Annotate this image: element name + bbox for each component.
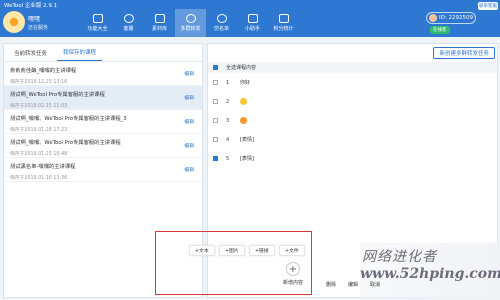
course-date: 保存于2019.01.23 10:48: [10, 152, 68, 157]
row-index: 2: [226, 98, 230, 105]
title-bar: WeTool 企业版 2.9.1 — ✕: [0, 0, 500, 9]
app-window: WeTool 企业版 2.9.1 — ✕ 嘿嘿 还在服务 功能大全 客服 素材库…: [0, 0, 500, 300]
edit-link[interactable]: 编辑: [184, 142, 194, 149]
contact-service-button[interactable]: 联系客服: [478, 2, 498, 10]
add-image-button[interactable]: +图片: [219, 245, 245, 256]
add-text-button[interactable]: +文本: [189, 245, 215, 256]
row-checkbox[interactable]: [213, 80, 218, 85]
online-badge: 在线客: [430, 26, 450, 34]
content-row[interactable]: 5 [表情]: [208, 149, 497, 168]
nav-label: 功能大全: [87, 26, 108, 32]
person-list-icon: [216, 14, 227, 23]
nav-label: 素材库: [151, 26, 167, 32]
row-index: 5: [226, 155, 230, 162]
course-name: 测试啊_嘿嘿、WeTool Pro专属客服的主讲课程_3: [10, 116, 127, 122]
watermark-url: www.52hping.com: [360, 266, 500, 282]
edit-link[interactable]: 编辑: [184, 94, 194, 101]
edit-link[interactable]: 编辑: [184, 70, 194, 77]
delete-button[interactable]: 删除: [326, 281, 336, 288]
course-date: 保存于2019.01.16 13:36: [10, 176, 68, 181]
content-row[interactable]: 1 你好: [208, 73, 497, 92]
course-item[interactable]: 测试啊_嘿嘿、WeTool Pro专属客服的主讲课程_3 保存于2019.01.…: [4, 110, 202, 134]
course-date: 保存于2019.12.23 13:16: [10, 80, 68, 85]
app-title: WeTool 企业版 2.9.1: [4, 2, 58, 9]
sun-logo-icon: [9, 17, 19, 27]
nav-label: 多群转发: [180, 26, 201, 32]
new-forward-task-button[interactable]: 新创建多群转发任务: [433, 47, 495, 59]
panel-tabs: 当前转发任务 我保存的课程: [4, 44, 202, 62]
course-name: 俞俞俞佳酿_嘿嘿的主讲课程: [10, 68, 77, 74]
nav-label: 积分统计: [273, 26, 294, 32]
nav-label: 仿名单: [213, 26, 229, 32]
robot-icon: [247, 14, 258, 23]
row-text: 你好: [240, 80, 251, 86]
content-row[interactable]: 2: [208, 92, 497, 111]
nav-label: 小助手: [244, 26, 260, 32]
nav-item-materials[interactable]: 素材库: [144, 9, 175, 37]
row-text: [表情]: [240, 156, 254, 162]
add-content-label: 新增内容: [282, 280, 303, 286]
row-index: 4: [226, 136, 230, 143]
nav-item-points[interactable]: 积分统计: [268, 9, 299, 37]
course-name: 测试啊_嘿嘿、WeTool Pro专属客服的主讲课程: [10, 140, 121, 146]
course-item[interactable]: 测试啊_嘿嘿、WeTool Pro专属客服的主讲课程 保存于2019.01.23…: [4, 134, 202, 158]
row-text: [表情]: [240, 137, 254, 143]
row-checkbox[interactable]: [213, 99, 218, 104]
headset-icon: [123, 14, 134, 23]
nav-item-assistant[interactable]: 小助手: [237, 9, 268, 37]
row-index: 1: [226, 79, 230, 86]
course-item[interactable]: 测试啊_WeTool Pro专属客服的主讲课程 保存于2019.02.15 11…: [4, 86, 202, 110]
main-nav: 功能大全 客服 素材库 多群转发 仿名单 小助手 积分统计: [82, 9, 299, 37]
course-date: 保存于2019.01.28 17:23: [10, 128, 68, 133]
edit-button[interactable]: 编辑: [348, 281, 358, 288]
content-toolbar: 新创建多群转发任务: [208, 44, 497, 62]
row-checkbox[interactable]: [213, 137, 218, 142]
nav-item-imitation-list[interactable]: 仿名单: [206, 9, 237, 37]
nav-item-service[interactable]: 客服: [113, 9, 144, 37]
group-forward-icon: [185, 14, 196, 23]
account-id-pill[interactable]: ID: 2292509: [426, 12, 476, 24]
cancel-button[interactable]: 取消: [370, 281, 380, 288]
account-avatar: [429, 14, 437, 22]
content-row[interactable]: 4 [表情]: [208, 130, 497, 149]
select-all-label: 全选课程内容: [226, 65, 257, 71]
course-name: 测试黑名单-嘿嘿的主讲课程: [10, 164, 76, 170]
edit-link[interactable]: 编辑: [184, 118, 194, 125]
content-header: 全选课程内容: [208, 62, 497, 73]
add-content-button[interactable]: + 新增内容: [278, 262, 308, 292]
course-item[interactable]: 测试黑名单-嘿嘿的主讲课程 保存于2019.01.16 13:36 编辑: [4, 158, 202, 182]
content-row[interactable]: 3: [208, 111, 497, 130]
plus-icon: +: [286, 262, 300, 276]
add-link-button[interactable]: +链接: [249, 245, 275, 256]
row-index: 3: [226, 117, 230, 124]
user-name: 嘿嘿: [28, 16, 41, 23]
folder-icon: [154, 14, 165, 23]
course-date: 保存于2019.02.15 11:03: [10, 104, 68, 109]
grid-icon: [92, 14, 103, 23]
tab-current-tasks[interactable]: 当前转发任务: [8, 49, 53, 61]
header-bar: 嘿嘿 还在服务 功能大全 客服 素材库 多群转发 仿名单 小助手 积分统计 ID…: [0, 9, 500, 37]
nav-item-features[interactable]: 功能大全: [82, 9, 113, 37]
add-file-button[interactable]: +文件: [279, 245, 305, 256]
course-item[interactable]: 俞俞俞佳酿_嘿嘿的主讲课程 保存于2019.12.23 13:16 编辑: [4, 62, 202, 86]
nav-label: 客服: [123, 26, 134, 32]
tab-saved-courses[interactable]: 我保存的课程: [57, 48, 103, 61]
course-name: 测试啊_WeTool Pro专属客服的主讲课程: [10, 92, 105, 98]
watermark-title: 网络进化者: [362, 249, 437, 265]
smile-emoji-icon: [240, 98, 247, 105]
user-avatar[interactable]: [3, 11, 25, 33]
nav-item-group-forward[interactable]: 多群转发: [175, 9, 206, 37]
chart-icon: [278, 14, 289, 23]
user-status: 还在服务: [28, 25, 49, 31]
row-checkbox[interactable]: [213, 118, 218, 123]
select-all-checkbox[interactable]: [213, 65, 218, 70]
edit-link[interactable]: 编辑: [184, 166, 194, 173]
account-id: ID: 2292509: [439, 15, 473, 21]
row-checkbox[interactable]: [213, 156, 218, 161]
laugh-emoji-icon: [240, 117, 247, 124]
